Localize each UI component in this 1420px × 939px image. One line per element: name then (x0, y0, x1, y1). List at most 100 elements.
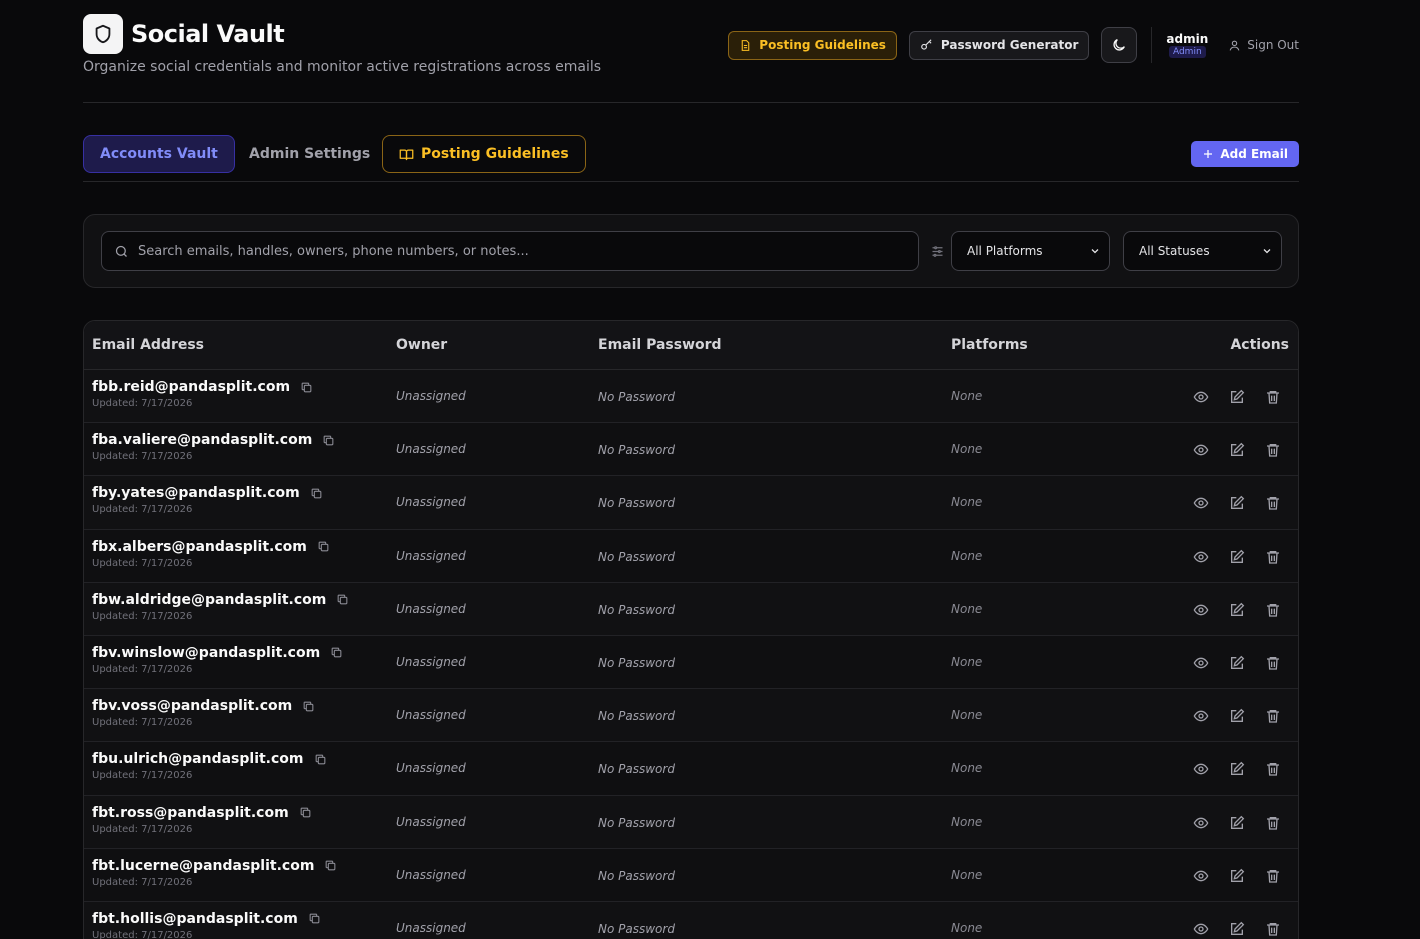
trash-icon (1267, 603, 1279, 617)
email-cell: fbu.ulrich@pandasplit.com Updated: 7/17/… (92, 751, 327, 781)
owner-value: Unassigned (396, 814, 466, 829)
eye-icon (1193, 498, 1209, 509)
view-button[interactable] (1192, 601, 1210, 619)
password-generator-label: Password Generator (940, 38, 1079, 52)
add-email-button[interactable]: Add Email (1191, 141, 1299, 167)
email-cell: fbb.reid@pandasplit.com Updated: 7/17/20… (92, 379, 313, 409)
tab-admin-settings[interactable]: Admin Settings (233, 135, 386, 173)
updated-date: Updated: 7/17/2026 (92, 610, 193, 622)
delete-button[interactable] (1264, 494, 1282, 512)
trash-icon (1267, 922, 1279, 936)
row-actions (1192, 760, 1282, 778)
table-row: fbu.ulrich@pandasplit.com Updated: 7/17/… (84, 742, 1298, 796)
eye-icon (1193, 923, 1209, 935)
edit-button[interactable] (1228, 494, 1246, 512)
platform-select[interactable]: All Platforms (951, 231, 1110, 271)
updated-date: Updated: 7/17/2026 (92, 823, 193, 835)
column-header-platforms: Platforms (951, 337, 1028, 353)
email-cell: fbw.aldridge@pandasplit.com Updated: 7/1… (92, 592, 349, 622)
user-icon (1229, 40, 1240, 51)
status-select[interactable]: All Statuses (1123, 231, 1282, 271)
password-value: No Password (598, 709, 675, 724)
copy-icon[interactable] (310, 487, 323, 500)
password-value: No Password (598, 602, 675, 617)
delete-button[interactable] (1264, 654, 1282, 672)
view-button[interactable] (1192, 388, 1210, 406)
edit-button[interactable] (1228, 707, 1246, 725)
table-row: fby.yates@pandasplit.com Updated: 7/17/2… (84, 476, 1298, 530)
copy-icon[interactable] (317, 540, 330, 553)
password-value: No Password (598, 762, 675, 777)
edit-button[interactable] (1228, 601, 1246, 619)
view-button[interactable] (1192, 494, 1210, 512)
platforms-value: None (951, 761, 983, 776)
delete-button[interactable] (1264, 388, 1282, 406)
view-button[interactable] (1192, 920, 1210, 938)
app-container: Social Vault Organize social credentials… (83, 0, 1299, 939)
delete-button[interactable] (1264, 920, 1282, 938)
edit-button[interactable] (1228, 654, 1246, 672)
owner-value: Unassigned (396, 442, 466, 457)
view-button[interactable] (1192, 548, 1210, 566)
copy-icon[interactable] (299, 806, 312, 819)
tab-accounts-vault[interactable]: Accounts Vault (83, 135, 235, 173)
copy-icon[interactable] (324, 859, 337, 872)
edit-button[interactable] (1228, 388, 1246, 406)
edit-button[interactable] (1228, 760, 1246, 778)
app-subtitle: Organize social credentials and monitor … (83, 59, 602, 75)
copy-icon[interactable] (336, 593, 349, 606)
view-button[interactable] (1192, 814, 1210, 832)
owner-value: Unassigned (396, 654, 466, 669)
posting-guidelines-button[interactable]: Posting Guidelines (728, 30, 897, 60)
email-address: fbv.winslow@pandasplit.com (92, 644, 321, 661)
column-header-email: Email Address (92, 337, 205, 353)
table-row: fba.valiere@pandasplit.com Updated: 7/17… (84, 423, 1298, 477)
copy-icon[interactable] (330, 646, 343, 659)
copy-icon[interactable] (314, 753, 327, 766)
password-generator-button[interactable]: Password Generator (908, 30, 1090, 60)
search-input[interactable] (138, 243, 898, 259)
view-button[interactable] (1192, 441, 1210, 459)
delete-button[interactable] (1264, 441, 1282, 459)
edit-button[interactable] (1228, 441, 1246, 459)
column-header-actions: Actions (1230, 337, 1289, 353)
email-address: fbv.voss@pandasplit.com (92, 698, 293, 715)
theme-toggle-button[interactable] (1101, 27, 1138, 63)
copy-icon[interactable] (308, 912, 321, 925)
delete-button[interactable] (1264, 601, 1282, 619)
view-button[interactable] (1192, 654, 1210, 672)
copy-icon[interactable] (322, 434, 335, 447)
updated-date: Updated: 7/17/2026 (92, 663, 193, 675)
updated-date: Updated: 7/17/2026 (92, 451, 193, 463)
edit-icon (1231, 868, 1245, 882)
trash-icon (1267, 444, 1279, 457)
view-button[interactable] (1192, 760, 1210, 778)
sliders-icon[interactable] (930, 244, 945, 259)
row-actions (1192, 601, 1282, 619)
updated-date: Updated: 7/17/2026 (92, 504, 193, 516)
delete-button[interactable] (1264, 814, 1282, 832)
chevron-down-icon (1263, 249, 1271, 254)
delete-button[interactable] (1264, 707, 1282, 725)
owner-value: Unassigned (396, 761, 466, 776)
view-button[interactable] (1192, 867, 1210, 885)
view-button[interactable] (1192, 707, 1210, 725)
delete-button[interactable] (1264, 760, 1282, 778)
edit-button[interactable] (1228, 814, 1246, 832)
copy-icon[interactable] (300, 381, 313, 394)
edit-button[interactable] (1228, 548, 1246, 566)
filter-bar: All Platforms All Statuses (83, 214, 1299, 288)
edit-button[interactable] (1228, 920, 1246, 938)
sign-out-button[interactable]: Sign Out (1228, 38, 1299, 52)
edit-button[interactable] (1228, 867, 1246, 885)
platforms-value: None (951, 814, 983, 829)
table-header: Email Address Owner Email Password Platf… (84, 321, 1298, 370)
delete-button[interactable] (1264, 548, 1282, 566)
platforms-value: None (951, 920, 983, 935)
delete-button[interactable] (1264, 867, 1282, 885)
owner-value: Unassigned (396, 548, 466, 563)
tab-posting-guidelines[interactable]: Posting Guidelines (382, 135, 586, 173)
trash-icon (1267, 710, 1279, 723)
copy-icon[interactable] (302, 700, 315, 713)
password-value: No Password (598, 815, 675, 830)
